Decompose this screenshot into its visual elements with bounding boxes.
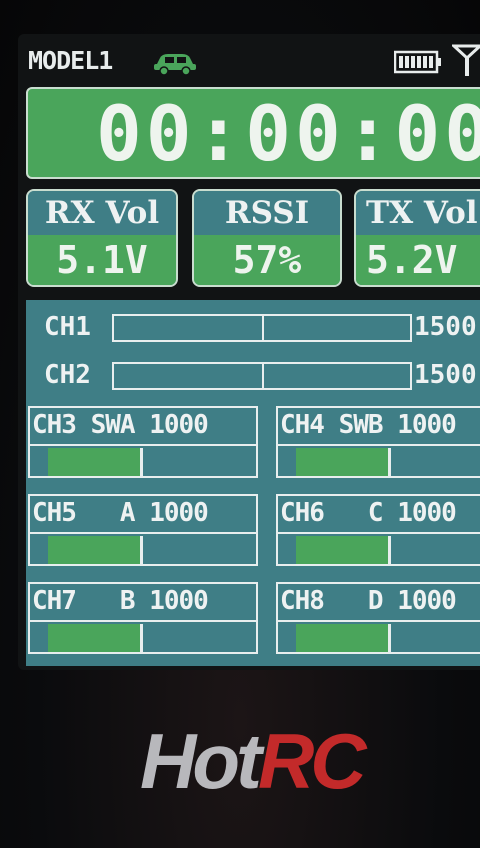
tx-voltage-value: 5.2V [356, 235, 480, 285]
brand-rc: RC [257, 717, 367, 805]
channel-header: CH4 SWB 1000 [280, 410, 457, 440]
channel-bar [112, 314, 412, 342]
timer-value: 00:00:00 [96, 89, 480, 178]
channel-box-ch6[interactable]: CH6 C 1000 [276, 494, 480, 566]
channel-box-ch7[interactable]: CH7 B 1000 [28, 582, 258, 654]
model-name[interactable]: MODEL1 [28, 46, 113, 75]
channel-header: CH6 C 1000 [280, 498, 457, 528]
lcd-screen: MODEL1 00:00:00 RX Vol 5.1V RSSI 57% TX … [18, 34, 480, 670]
channel-level-fill [296, 448, 388, 476]
brand-logo: HotRC [140, 716, 367, 807]
channel-value: 1500 [414, 312, 477, 342]
rssi-value: 57% [194, 235, 340, 285]
rssi-panel: RSSI 57% [192, 189, 342, 287]
rx-voltage-panel: RX Vol 5.1V [26, 189, 178, 287]
brand-hot: Hot [140, 717, 262, 805]
channel-level-marker [140, 624, 143, 652]
channel-level-fill [48, 448, 140, 476]
channel-level-marker [388, 448, 391, 476]
battery-icon [394, 50, 441, 74]
channel-box-ch5[interactable]: CH5 A 1000 [28, 494, 258, 566]
channel-box-ch8[interactable]: CH8 D 1000 [276, 582, 480, 654]
channel-bar [112, 362, 412, 390]
channel-header: CH3 SWA 1000 [32, 410, 209, 440]
channel-name: CH1 [44, 312, 91, 342]
channel-level-marker [388, 536, 391, 564]
channel-value: 1500 [414, 360, 477, 390]
car-icon [154, 54, 196, 76]
timer-display[interactable]: 00:00:00 [26, 87, 480, 179]
rx-voltage-value: 5.1V [28, 235, 176, 285]
channel-monitor: CH1 1500 CH2 1500 CH3 SWA 1000 CH4 SWB 1… [26, 300, 480, 666]
channel-level-fill [296, 624, 388, 652]
channel-header: CH7 B 1000 [32, 586, 209, 616]
tx-voltage-label: TX Vol [356, 191, 480, 235]
tx-voltage-panel: TX Vol 5.2V [354, 189, 480, 287]
channel-level-fill [296, 536, 388, 564]
channel-name: CH2 [44, 360, 91, 390]
channel-header: CH5 A 1000 [32, 498, 209, 528]
antenna-icon [452, 44, 480, 76]
rssi-label: RSSI [194, 191, 340, 235]
rx-voltage-label: RX Vol [28, 191, 176, 235]
channel-box-ch4[interactable]: CH4 SWB 1000 [276, 406, 480, 478]
channel-box-ch3[interactable]: CH3 SWA 1000 [28, 406, 258, 478]
status-bar: MODEL1 [18, 34, 480, 84]
channel-header: CH8 D 1000 [280, 586, 457, 616]
channel-level-marker [140, 536, 143, 564]
channel-level-marker [140, 448, 143, 476]
channel-level-fill [48, 536, 140, 564]
channel-level-marker [388, 624, 391, 652]
channel-level-fill [48, 624, 140, 652]
